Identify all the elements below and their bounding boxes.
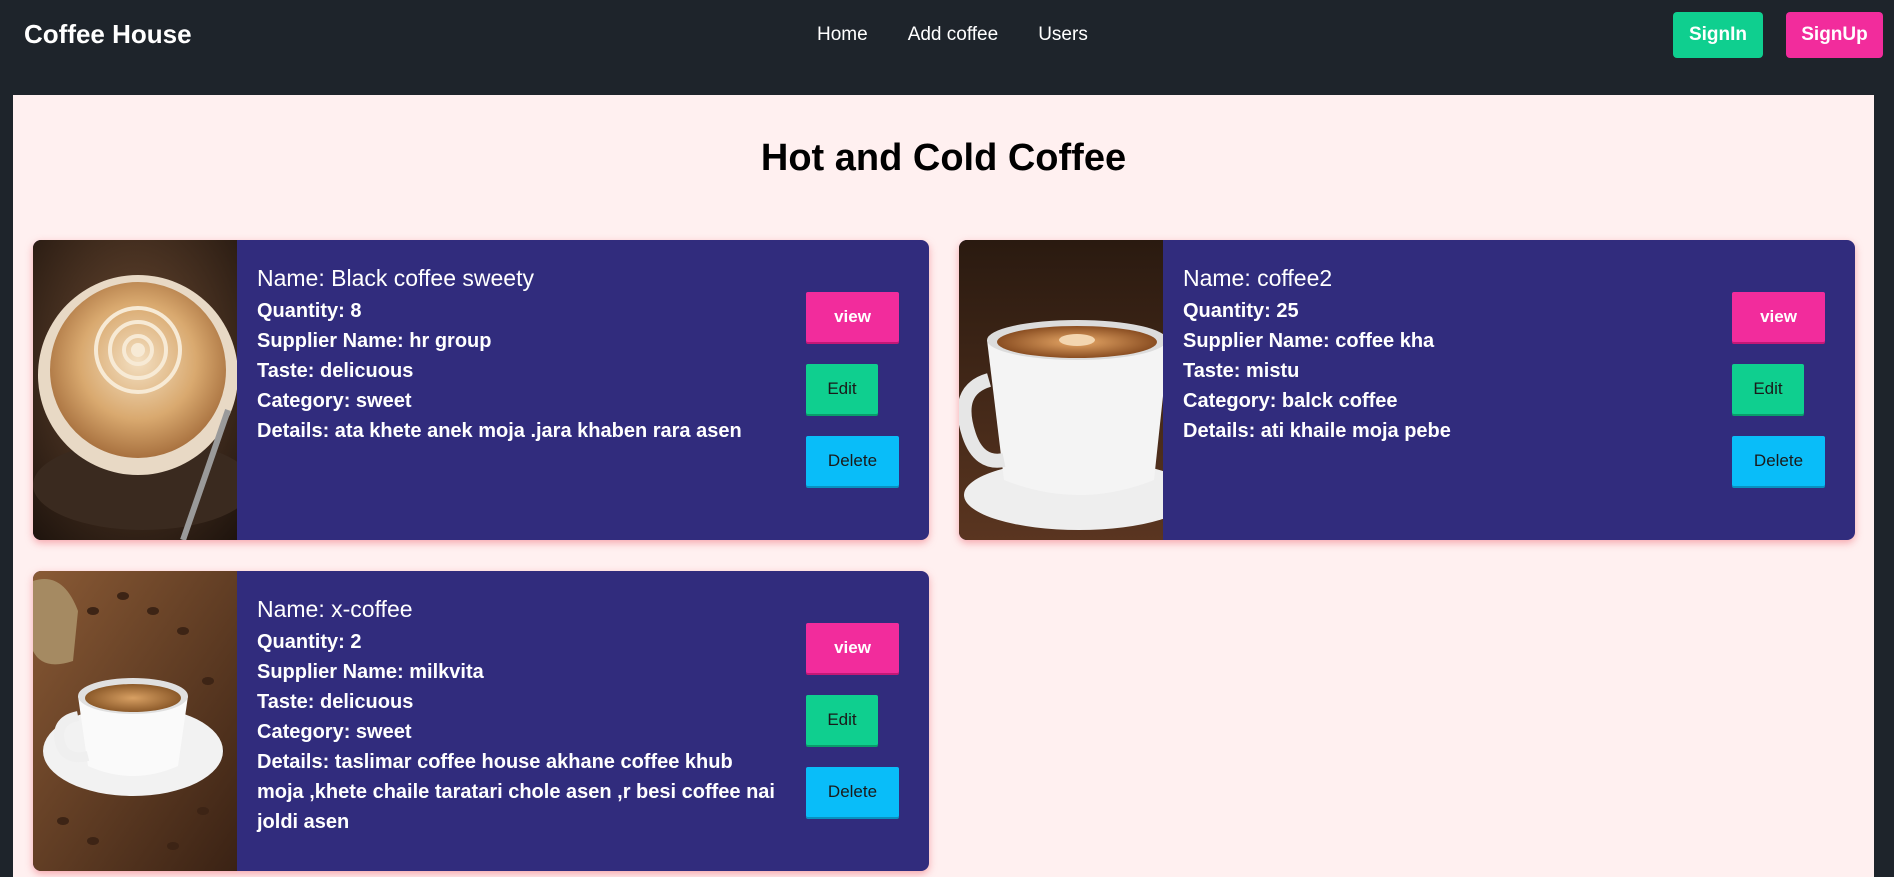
coffee-cup-beans-image [33,571,237,871]
coffee-details: Details: ata khete anek moja .jara khabe… [257,420,742,442]
coffee-quantity: Quantity: 25 [1183,300,1299,322]
delete-button[interactable]: Delete [1732,436,1825,486]
coffee-details: Details: ati khaile moja pebe [1183,420,1451,442]
coffee-card: Name: Black coffee sweety Quantity: 8 Su… [33,240,929,540]
coffee-category: Category: sweet [257,390,412,412]
coffee-category: Category: sweet [257,721,412,743]
main-content: Hot and Cold Coffee Name: Black coffee s… [13,95,1874,877]
coffee-info: Name: coffee2 Quantity: 25 Supplier Name… [1183,262,1708,446]
coffee-taste: Taste: delicuous [257,360,414,382]
view-button[interactable]: view [1732,292,1825,342]
view-button[interactable]: view [806,623,899,673]
page-title: Hot and Cold Coffee [760,137,1127,179]
nav-links: Home Add coffee Users [817,24,1088,46]
coffee-name: Name: x-coffee [257,596,413,622]
signin-button[interactable]: SignIn [1673,12,1763,58]
coffee-supplier: Supplier Name: hr group [257,330,492,352]
latte-art-coffee-image [33,240,237,540]
coffee-card: Name: x-coffee Quantity: 2 Supplier Name… [33,571,929,871]
nav-link-users[interactable]: Users [1038,24,1088,46]
edit-button[interactable]: Edit [1732,364,1804,414]
delete-button[interactable]: Delete [806,436,899,486]
coffee-info: Name: x-coffee Quantity: 2 Supplier Name… [257,593,782,837]
coffee-supplier: Supplier Name: milkvita [257,661,484,683]
coffee-quantity: Quantity: 2 [257,631,362,653]
coffee-info: Name: Black coffee sweety Quantity: 8 Su… [257,262,782,446]
view-button[interactable]: view [806,292,899,342]
coffee-quantity: Quantity: 8 [257,300,362,322]
brand-title[interactable]: Coffee House [24,19,192,50]
edit-button[interactable]: Edit [806,364,878,414]
coffee-details: Details: taslimar coffee house akhane co… [257,751,775,833]
coffee-taste: Taste: mistu [1183,360,1300,382]
delete-button[interactable]: Delete [806,767,899,817]
top-navbar: Coffee House Home Add coffee Users SignI… [0,0,1894,72]
espresso-cup-image [959,240,1163,540]
coffee-name: Name: coffee2 [1183,265,1333,291]
nav-link-add-coffee[interactable]: Add coffee [908,24,999,46]
signup-button[interactable]: SignUp [1786,12,1883,58]
coffee-taste: Taste: delicuous [257,691,414,713]
coffee-supplier: Supplier Name: coffee kha [1183,330,1435,352]
nav-link-home[interactable]: Home [817,24,868,46]
coffee-category: Category: balck coffee [1183,390,1398,412]
coffee-name: Name: Black coffee sweety [257,265,534,291]
coffee-card: Name: coffee2 Quantity: 25 Supplier Name… [959,240,1855,540]
edit-button[interactable]: Edit [806,695,878,745]
